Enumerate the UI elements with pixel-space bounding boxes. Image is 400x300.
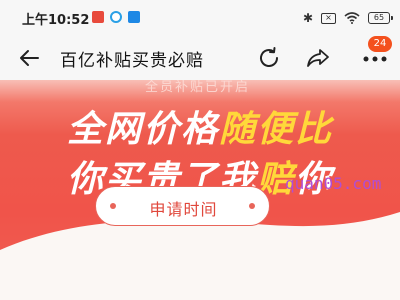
battery-icon: 65 (368, 12, 393, 24)
notification-badge: 24 (368, 36, 392, 52)
status-time: 上午10:52 (22, 13, 90, 28)
more-icon[interactable] (362, 52, 388, 66)
refresh-icon[interactable] (257, 46, 281, 70)
apply-time-button[interactable]: 申请时间 (95, 186, 270, 226)
page-title: 百亿补贴买贵必赔 (60, 51, 204, 71)
banner-subtitle: 全员补贴已开启 (145, 80, 251, 95)
wifi-icon (344, 12, 360, 24)
app-blue-ring-icon (110, 11, 122, 23)
watermark: quan05.com (285, 174, 382, 193)
sim-no-signal-icon: × (321, 12, 336, 24)
status-bar: 上午10:52 ✱ × 65 (0, 0, 400, 36)
headline-line-1: 全网价格随便比 (0, 100, 400, 152)
share-icon[interactable] (306, 46, 330, 70)
headline-1-white: 全网价格 (66, 109, 219, 150)
nav-bar: 百亿补贴买贵必赔 (0, 36, 400, 80)
pill-right-dot (249, 203, 255, 209)
app-red-icon (92, 11, 104, 23)
app-blue-icon (128, 11, 140, 23)
headline-1-yellow: 随便比 (219, 109, 334, 150)
bluetooth-icon: ✱ (302, 11, 313, 25)
apply-time-label: 申请时间 (149, 200, 218, 219)
status-indicators: ✱ × 65 (302, 10, 393, 26)
back-arrow-icon[interactable] (18, 47, 40, 69)
